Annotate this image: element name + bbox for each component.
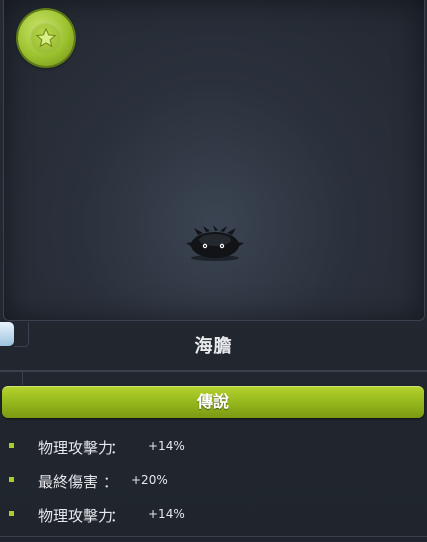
divider-bracket (0, 370, 23, 385)
stat-value: +14% (148, 507, 185, 521)
bottom-divider (0, 536, 427, 537)
item-detail-panel: 海膽 傳說 物理攻擊力 ： +14% 最終傷害 ： +20% 物理攻擊力 ： +… (0, 0, 427, 542)
stat-list: 物理攻擊力 ： +14% 最終傷害 ： +20% 物理攻擊力 ： +14% (0, 434, 427, 536)
item-name: 海膽 (194, 336, 233, 357)
stat-row: 最終傷害 ： +20% (0, 468, 427, 502)
sea-urchin-monster-icon (186, 225, 244, 261)
stat-value: +20% (131, 473, 168, 487)
star-badge[interactable] (18, 10, 74, 66)
stat-name: 物理攻擊力 (38, 507, 114, 525)
stat-value: +14% (148, 439, 185, 453)
rarity-bar: 傳說 (2, 386, 424, 418)
stat-row: 物理攻擊力 ： +14% (0, 434, 427, 468)
stat-row: 物理攻擊力 ： +14% (0, 502, 427, 536)
monster-preview-area (3, 0, 425, 321)
stat-name: 最終傷害 (38, 473, 99, 491)
stat-bullet (9, 477, 14, 482)
divider (0, 370, 427, 372)
stat-separator: ： (110, 507, 126, 525)
stat-name: 物理攻擊力 (38, 439, 114, 457)
stat-bullet (9, 511, 14, 516)
stat-separator: ： (103, 473, 119, 491)
stat-bullet (9, 443, 14, 448)
stat-separator: ： (110, 439, 126, 457)
star-icon (30, 22, 62, 54)
